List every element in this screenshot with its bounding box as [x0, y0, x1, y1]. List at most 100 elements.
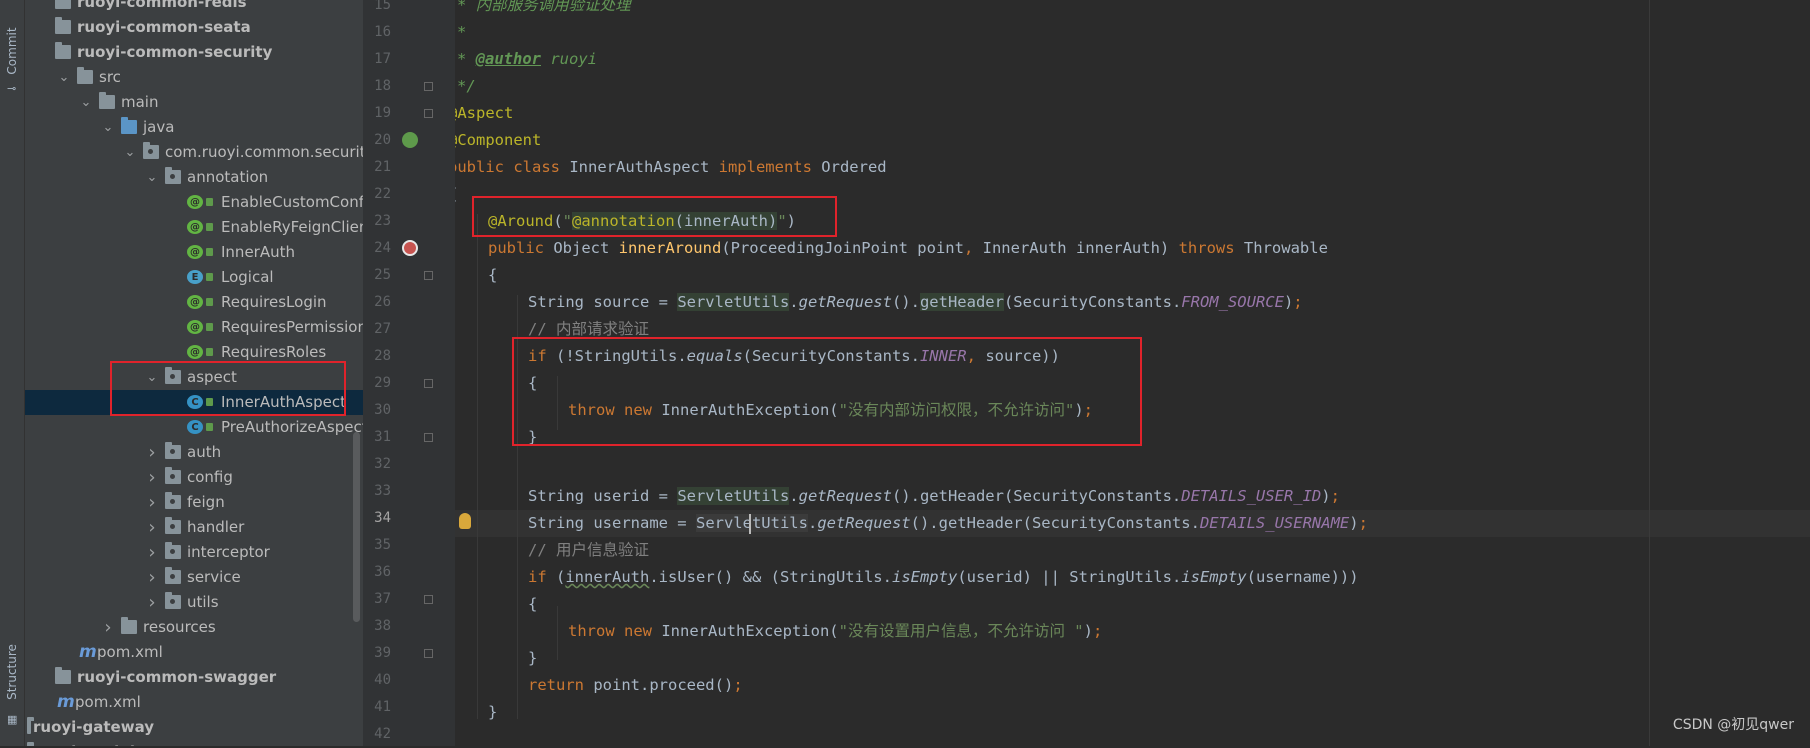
fold-marker-icon[interactable] — [424, 271, 433, 280]
code-line-38: throw new InnerAuthException("没有设置用户信息，不… — [568, 622, 1103, 640]
chevron-right-icon[interactable]: › — [145, 490, 159, 515]
line-number[interactable]: 18 — [363, 73, 391, 100]
tool-window-strip: Commit ⊸ Structure ▦ — [0, 0, 25, 746]
package-icon — [165, 517, 181, 534]
line-number[interactable]: 42 — [363, 721, 391, 748]
tree-item-enablecustomconfig[interactable]: @ EnableCustomConfig — [25, 190, 363, 215]
line-number[interactable]: 33 — [363, 478, 391, 505]
annotation-icon: @ — [187, 245, 203, 259]
line-number[interactable]: 32 — [363, 451, 391, 478]
tree-item-utils[interactable]: › utils — [25, 590, 363, 615]
tree-item-logical[interactable]: E Logical — [25, 265, 363, 290]
line-number[interactable]: 17 — [363, 46, 391, 73]
line-number[interactable]: 27 — [363, 316, 391, 343]
spring-bean-icon[interactable] — [402, 132, 418, 148]
line-number[interactable]: 31 — [363, 424, 391, 451]
line-number[interactable]: 38 — [363, 613, 391, 640]
chevron-right-icon[interactable]: › — [145, 440, 159, 465]
tree-item-main[interactable]: ⌄ main — [25, 90, 363, 115]
annotation-icon: @ — [187, 295, 203, 309]
tree-item-annotation[interactable]: ⌄ annotation — [25, 165, 363, 190]
line-number[interactable]: 39 — [363, 640, 391, 667]
fold-marker-icon[interactable] — [424, 595, 433, 604]
code-line-34: String username = ServletUtils.getReques… — [528, 514, 1368, 532]
line-number[interactable]: 24 — [363, 235, 391, 262]
line-number[interactable]: 23 — [363, 208, 391, 235]
tree-item-pom-xml[interactable]: m pom.xml — [25, 690, 363, 715]
line-number[interactable]: 19 — [363, 100, 391, 127]
chevron-right-icon[interactable]: › — [145, 465, 159, 490]
fold-marker-icon[interactable] — [424, 109, 433, 118]
chevron-right-icon[interactable]: › — [145, 540, 159, 565]
structure-icon: ▦ — [7, 713, 18, 726]
fold-marker-icon[interactable] — [424, 649, 433, 658]
tree-item-auth[interactable]: › auth — [25, 440, 363, 465]
line-number[interactable]: 29 — [363, 370, 391, 397]
tree-item-ruoyi-common-security[interactable]: ruoyi-common-security — [25, 40, 363, 65]
code-line-20: @Component — [455, 131, 542, 149]
editor-gutter: 15 16 17 18 19 20 21 22 23 24 25 26 27 28 29 30 31 32 33 34… — [363, 0, 455, 746]
module-icon — [55, 0, 71, 9]
tree-item-enableryfeignclients[interactable]: @ EnableRyFeignClients — [25, 215, 363, 240]
fold-marker-icon[interactable] — [424, 379, 433, 388]
tree-item-java[interactable]: ⌄ java — [25, 115, 363, 140]
line-number[interactable]: 34 — [363, 505, 391, 532]
tree-item-label: java — [143, 118, 175, 136]
tree-item-preauthorizeaspect[interactable]: C PreAuthorizeAspect — [25, 415, 363, 440]
tree-item-label: interceptor — [187, 543, 270, 561]
line-number[interactable]: 20 — [363, 127, 391, 154]
line-number[interactable]: 41 — [363, 694, 391, 721]
chevron-down-icon[interactable]: ⌄ — [79, 90, 93, 115]
line-number[interactable]: 21 — [363, 154, 391, 181]
structure-tab[interactable]: Structure ▦ — [0, 625, 24, 726]
line-number[interactable]: 22 — [363, 181, 391, 208]
commit-tab[interactable]: Commit ⊸ — [0, 8, 24, 95]
line-number[interactable]: 15 — [363, 0, 391, 19]
tree-item-interceptor[interactable]: › interceptor — [25, 540, 363, 565]
line-number[interactable]: 37 — [363, 586, 391, 613]
tree-item-ruoyi-common-seata[interactable]: ruoyi-common-seata — [25, 15, 363, 40]
tree-item-src[interactable]: ⌄ src — [25, 65, 363, 90]
code-line-40: return point.proceed(); — [528, 676, 743, 694]
tree-item-feign[interactable]: › feign — [25, 490, 363, 515]
tree-item-handler[interactable]: › handler — [25, 515, 363, 540]
tree-item-requirespermissions[interactable]: @ RequiresPermissions — [25, 315, 363, 340]
tree-item-ruoyi-modules[interactable]: ruoyi-modules — [25, 740, 363, 746]
line-number[interactable]: 28 — [363, 343, 391, 370]
chevron-right-icon[interactable]: › — [145, 565, 159, 590]
line-number[interactable]: 40 — [363, 667, 391, 694]
tree-item-pom-xml[interactable]: m pom.xml — [25, 640, 363, 665]
line-number[interactable]: 35 — [363, 532, 391, 559]
tree-item-requireslogin[interactable]: @ RequiresLogin — [25, 290, 363, 315]
annotation-box-around — [472, 196, 837, 237]
chevron-down-icon[interactable]: ⌄ — [145, 165, 159, 190]
line-number[interactable]: 30 — [363, 397, 391, 424]
tree-item-resources[interactable]: › resources — [25, 615, 363, 640]
line-number[interactable]: 16 — [363, 19, 391, 46]
tree-item-ruoyi-common-swagger[interactable]: ruoyi-common-swagger — [25, 665, 363, 690]
fold-marker-icon[interactable] — [424, 82, 433, 91]
chevron-right-icon[interactable]: › — [101, 615, 115, 640]
line-number[interactable]: 36 — [363, 559, 391, 586]
line-number[interactable]: 25 — [363, 262, 391, 289]
tree-item-innerauth[interactable]: @ InnerAuth — [25, 240, 363, 265]
tree-item-config[interactable]: › config — [25, 465, 363, 490]
override-method-icon[interactable] — [402, 240, 418, 256]
commit-icon: ⊸ — [7, 82, 17, 95]
chevron-right-icon[interactable]: › — [145, 590, 159, 615]
line-number[interactable]: 26 — [363, 289, 391, 316]
chevron-down-icon[interactable]: ⌄ — [57, 65, 71, 90]
module-icon — [55, 17, 71, 34]
tree-scrollbar[interactable] — [353, 432, 360, 622]
tree-item-service[interactable]: › service — [25, 565, 363, 590]
chevron-down-icon[interactable]: ⌄ — [101, 115, 115, 140]
tree-item-ruoyi-common-redis[interactable]: ruoyi-common-redis — [25, 0, 363, 15]
tree-item-label: ruoyi-gateway — [33, 718, 155, 736]
chevron-right-icon[interactable]: › — [145, 515, 159, 540]
lightbulb-icon[interactable] — [459, 513, 471, 529]
tree-item-com-ruoyi-common-security[interactable]: ⌄ com.ruoyi.common.security — [25, 140, 363, 165]
fold-marker-icon[interactable] — [424, 433, 433, 442]
chevron-down-icon[interactable]: ⌄ — [123, 140, 137, 165]
tree-item-label: main — [121, 93, 159, 111]
tree-item-ruoyi-gateway[interactable]: ruoyi-gateway — [25, 715, 363, 740]
